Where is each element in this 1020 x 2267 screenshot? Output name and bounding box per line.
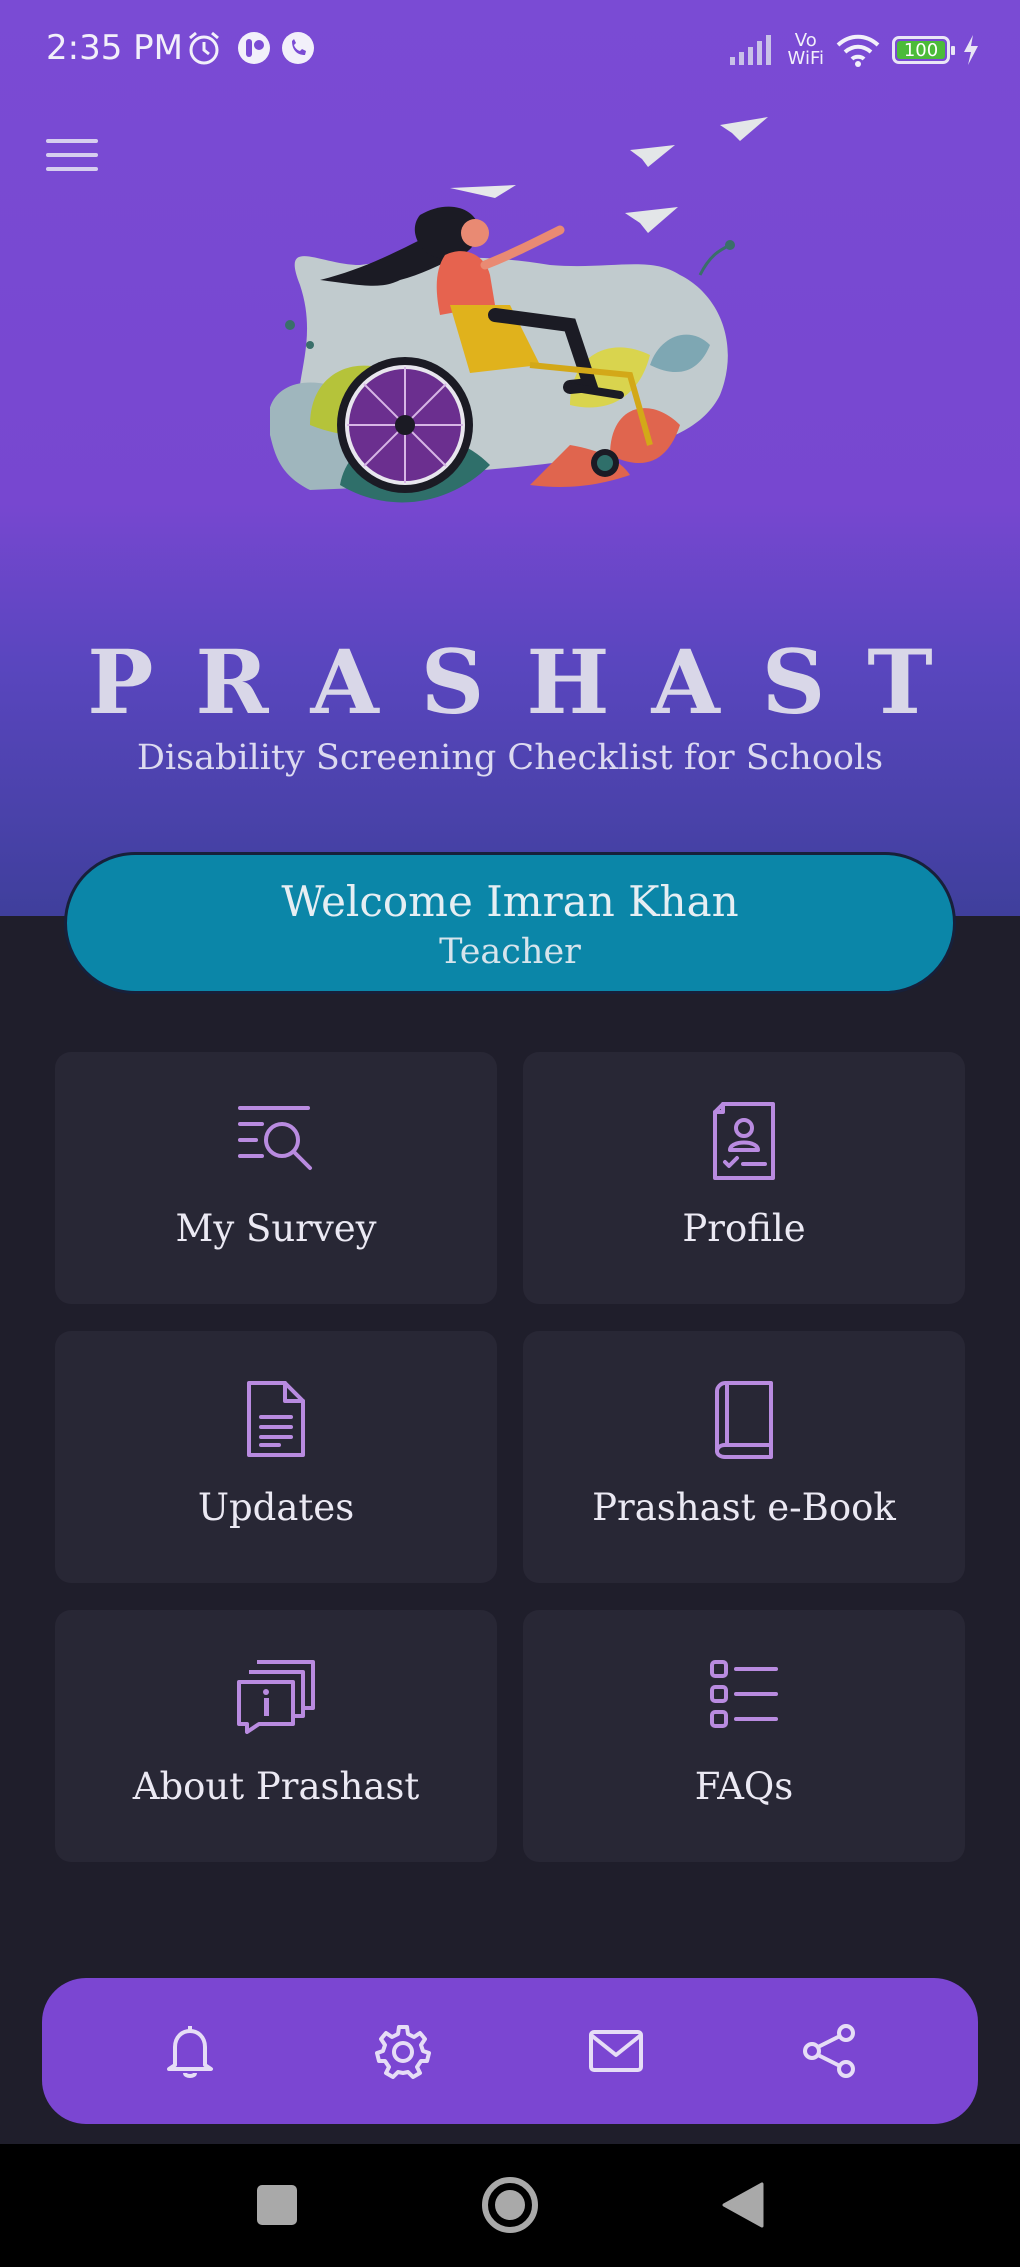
welcome-greeting: Welcome Imran Khan [281, 877, 739, 926]
tile-my-survey[interactable]: My Survey [55, 1052, 497, 1304]
charging-icon [964, 35, 978, 65]
bottom-nav [42, 1978, 978, 2124]
mail-icon [589, 2030, 643, 2072]
share-button[interactable] [799, 2021, 859, 2081]
back-button[interactable] [712, 2174, 774, 2236]
vowifi-label: Vo WiFi [788, 32, 824, 68]
home-circle-icon [482, 2177, 538, 2233]
tile-label: Profile [682, 1207, 806, 1250]
settings-gear-icon [375, 2025, 431, 2079]
user-role: Teacher [439, 932, 581, 972]
notifications-button[interactable] [160, 2021, 220, 2081]
notification-bell-icon [167, 2026, 213, 2078]
alarm-icon [189, 31, 219, 65]
share-icon [803, 2024, 855, 2078]
home-button[interactable] [479, 2174, 541, 2236]
app-notification-icon [238, 32, 270, 64]
info-chat-icon [237, 1660, 315, 1734]
mail-button[interactable] [586, 2021, 646, 2081]
wifi-icon [836, 34, 880, 67]
tile-label: Prashast e-Book [592, 1486, 896, 1529]
profile-document-icon [713, 1102, 775, 1180]
recents-button[interactable] [246, 2174, 308, 2236]
app-subtitle: Disability Screening Checklist for Schoo… [136, 738, 884, 778]
battery-icon: 100 [892, 36, 955, 64]
settings-button[interactable] [373, 2021, 433, 2081]
battery-level: 100 [903, 39, 939, 61]
recents-square-icon [257, 2185, 297, 2225]
signal-icon [729, 35, 771, 65]
vowifi-bottom: WiFi [787, 48, 824, 69]
book-icon [715, 1381, 773, 1459]
survey-search-icon [238, 1106, 312, 1170]
checklist-icon [710, 1660, 778, 1728]
status-time: 2:35 PM [46, 28, 183, 68]
whatsapp-icon [282, 32, 314, 64]
tile-faqs[interactable]: FAQs [523, 1610, 965, 1862]
tile-prashast-ebook[interactable]: Prashast e-Book [523, 1331, 965, 1583]
tile-label: My Survey [175, 1207, 377, 1250]
system-navigation-bar [0, 2144, 1020, 2267]
tile-label: FAQs [694, 1765, 794, 1808]
back-triangle-icon [722, 2182, 764, 2228]
document-icon [247, 1381, 305, 1457]
status-bar: 2:35 PM Vo WiFi 100 [0, 0, 1020, 100]
tile-label: About Prashast [132, 1765, 420, 1808]
tile-about-prashast[interactable]: About Prashast [55, 1610, 497, 1862]
hamburger-menu-icon[interactable] [46, 135, 98, 175]
app-title: PRASHAST [87, 630, 975, 734]
tile-label: Updates [197, 1486, 355, 1529]
tile-updates[interactable]: Updates [55, 1331, 497, 1583]
welcome-banner: Welcome Imran Khan Teacher [64, 852, 956, 994]
tile-profile[interactable]: Profile [523, 1052, 965, 1304]
wheelchair-girl-illustration [270, 117, 768, 503]
